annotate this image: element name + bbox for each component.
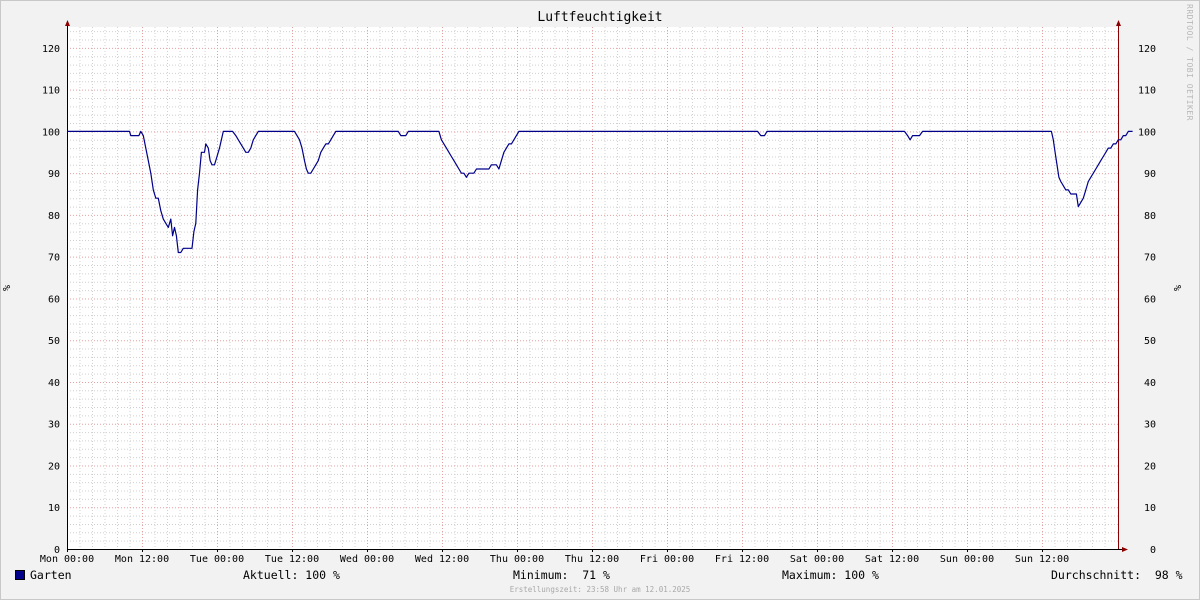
x-tick-label: Sat 00:00: [790, 554, 844, 565]
y-tick-label-left: 100: [42, 127, 60, 138]
x-tick-label: Fri 12:00: [715, 554, 769, 565]
y-tick-label-left: 70: [48, 253, 60, 264]
y-tick-label-right: 30: [1144, 420, 1156, 431]
x-tick-label: Thu 12:00: [565, 554, 619, 565]
y-tick-label-right: 110: [1138, 86, 1156, 97]
x-tick-label: Sat 12:00: [865, 554, 919, 565]
y-axis-arrow-left: [65, 20, 70, 26]
humidity-chart: 0 010 1020 2030 3040 4050 5060 6070 7080 8090 9010…: [2, 20, 1184, 565]
legend-minimum-value: Minimum: 71 %: [513, 568, 610, 582]
y-tick-label-right: 0: [1150, 545, 1156, 556]
y-tick-label-left: 90: [48, 169, 60, 180]
legend-average-value: Durchschnitt: 98 %: [1051, 568, 1183, 582]
legend-series-name: Garten: [30, 568, 72, 582]
y-tick-label-left: 110: [42, 86, 60, 97]
y-tick-label-right: 40: [1144, 378, 1156, 389]
y-tick-label-left: 120: [42, 44, 60, 55]
y-tick-label-right: 90: [1144, 169, 1156, 180]
y-tick-label-left: 20: [48, 461, 60, 472]
x-tick-label: Wed 12:00: [415, 554, 469, 565]
y-tick-label-left: 50: [48, 336, 60, 347]
y-tick-label-right: 120: [1138, 44, 1156, 55]
y-tick-label-right: 20: [1144, 461, 1156, 472]
y-tick-label-left: 80: [48, 211, 60, 222]
x-tick-label: Sun 00:00: [940, 554, 994, 565]
y-axis-unit-right: %: [1173, 285, 1184, 291]
y-tick-label-left: 10: [48, 503, 60, 514]
x-tick-label: Mon 12:00: [115, 554, 169, 565]
y-tick-label-right: 10: [1144, 503, 1156, 514]
legend-swatch-garten: [15, 570, 25, 580]
y-axis-unit-left: %: [2, 285, 13, 291]
x-tick-label: Tue 00:00: [190, 554, 244, 565]
legend-current-value: Aktuell: 100 %: [243, 568, 340, 582]
creation-time: Erstellungszeit: 23:58 Uhr am 12.01.2025: [509, 585, 691, 594]
y-tick-label-left: 60: [48, 294, 60, 305]
legend-maximum-value: Maximum: 100 %: [782, 568, 879, 582]
x-tick-label: Wed 00:00: [340, 554, 394, 565]
y-tick-label-right: 80: [1144, 211, 1156, 222]
y-tick-label-left: 40: [48, 378, 60, 389]
x-tick-label: Tue 12:00: [265, 554, 319, 565]
x-tick-label: Mon 00:00: [40, 554, 94, 565]
y-tick-label-right: 100: [1138, 127, 1156, 138]
y-tick-label-left: 30: [48, 420, 60, 431]
x-axis-arrow: [1122, 547, 1128, 552]
y-tick-label-right: 50: [1144, 336, 1156, 347]
x-tick-label: Thu 00:00: [490, 554, 544, 565]
x-tick-label: Sun 12:00: [1015, 554, 1069, 565]
y-axis-arrow-right: [1116, 20, 1121, 26]
x-tick-label: Fri 00:00: [640, 554, 694, 565]
y-tick-label-right: 60: [1144, 294, 1156, 305]
y-tick-label-right: 70: [1144, 253, 1156, 264]
